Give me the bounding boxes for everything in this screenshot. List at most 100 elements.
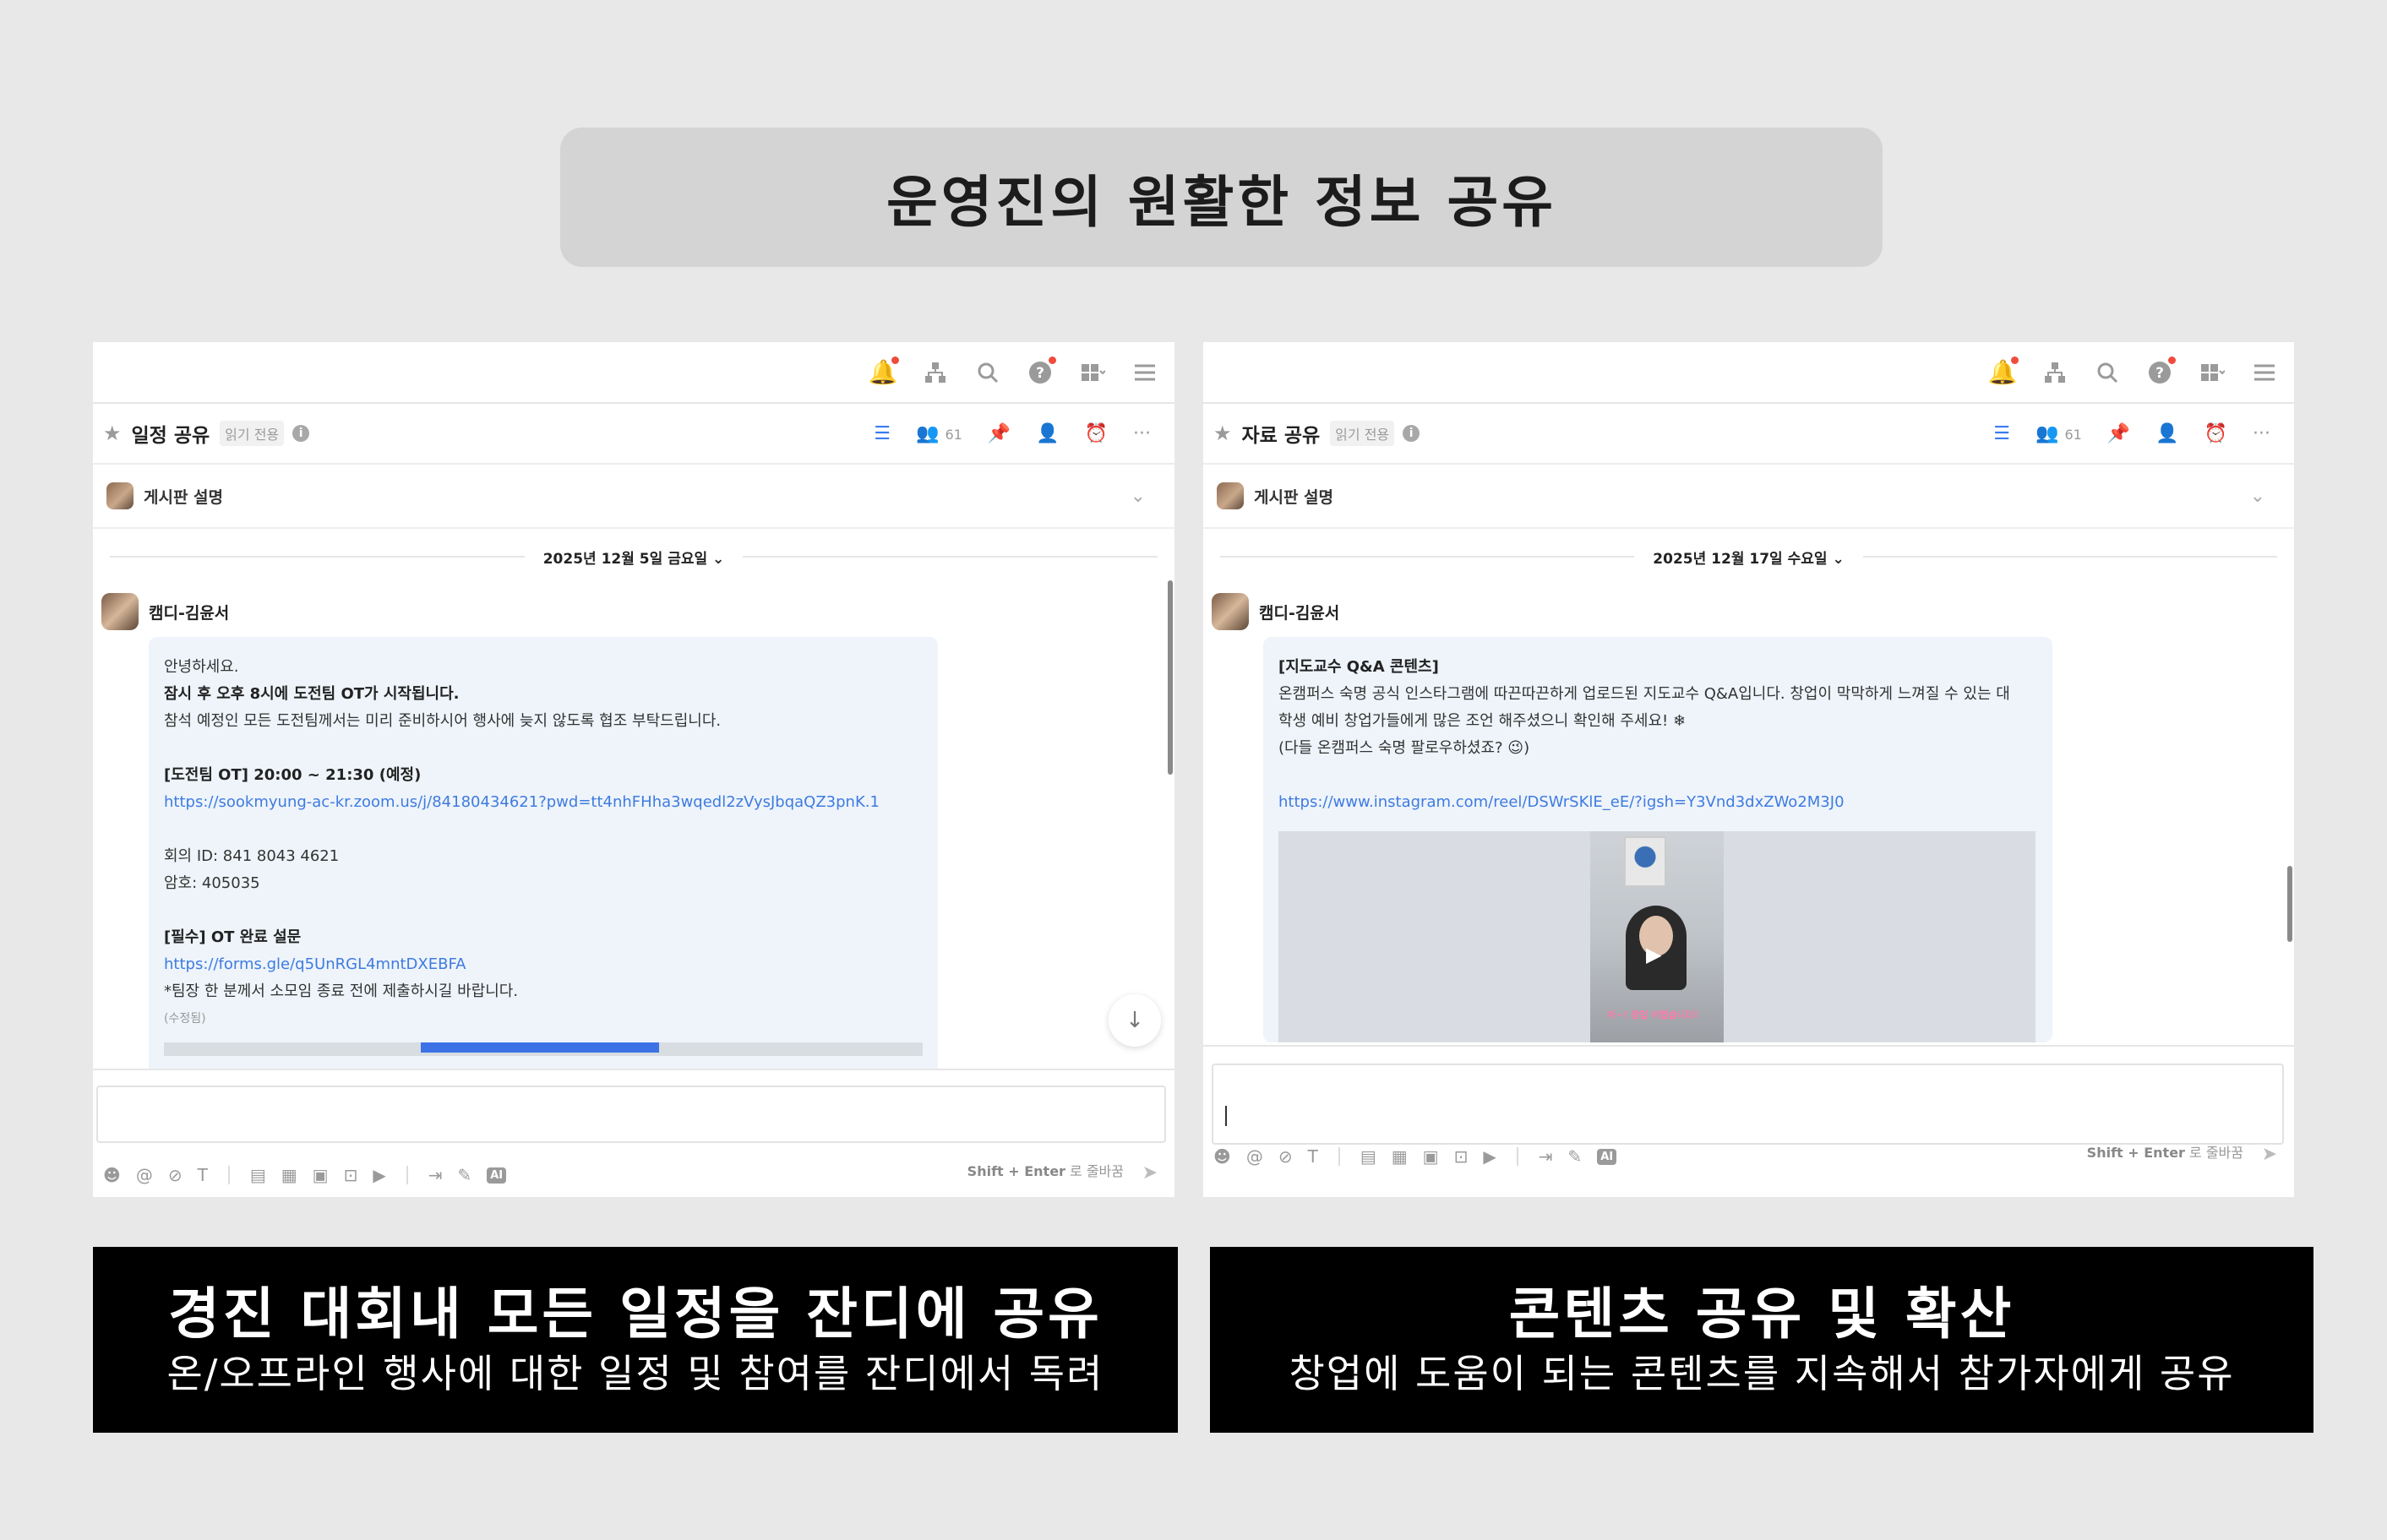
- apps-grid-icon[interactable]: [1078, 358, 1107, 387]
- composer-toolbar: ☻ @ ⊘ T ▤ ▦ ▣ ⊡ ▶ ⇥ ✎ AI: [1213, 1146, 1617, 1167]
- top-toolbar: 🔔 ?: [1203, 342, 2294, 404]
- attach-icon[interactable]: ⊘: [1278, 1146, 1293, 1167]
- author-name[interactable]: 캠디-김윤서: [149, 601, 229, 623]
- date-label[interactable]: 2025년 12월 17일 수요일 ⌄: [1634, 547, 1862, 568]
- message-line: 참석 예정인 모든 도전팀께서는 미리 준비하시어 행사에 늦지 않도록 협조 …: [164, 712, 722, 730]
- calendar-icon[interactable]: ▦: [281, 1165, 297, 1185]
- avatar[interactable]: [1212, 593, 1249, 630]
- invite-icon[interactable]: 👤: [1036, 423, 1059, 444]
- star-icon[interactable]: ★: [103, 422, 122, 445]
- board-description-bar[interactable]: 게시판 설명 ⌄: [1203, 465, 2294, 529]
- member-count: 61: [2064, 426, 2082, 443]
- play-icon[interactable]: ▶: [1646, 941, 1661, 968]
- search-icon[interactable]: [973, 358, 1002, 387]
- more-icon[interactable]: ···: [1133, 423, 1151, 444]
- edited-label: (수정됨): [164, 1012, 206, 1026]
- more-icon[interactable]: ···: [2253, 423, 2270, 444]
- pin-icon[interactable]: 📌: [988, 423, 1011, 444]
- headline-banner: 운영진의 원활한 정보 공유: [560, 128, 1883, 267]
- message-bubble: 안녕하세요. 잠시 후 오후 8시에 도전팀 OT가 시작됩니다. 참석 예정인…: [149, 637, 938, 1076]
- screenshot-icon[interactable]: ⊡: [344, 1165, 358, 1185]
- scrollbar[interactable]: [2287, 866, 2292, 942]
- attach-icon[interactable]: ⊘: [168, 1165, 183, 1185]
- draw-icon[interactable]: ✎: [1567, 1146, 1582, 1167]
- message-input[interactable]: [1212, 1064, 2284, 1145]
- text-format-icon[interactable]: T: [1308, 1146, 1318, 1167]
- content-share-window: 🔔 ? ★ 자료 공유 읽기 전용 i ☰ 👥 61 📌 👤 ⏰ ··· 게시판…: [1203, 342, 2294, 1197]
- emoji-icon[interactable]: ☻: [103, 1165, 121, 1185]
- help-icon[interactable]: ?: [1026, 356, 1056, 387]
- mention-icon[interactable]: @: [1246, 1146, 1263, 1167]
- add-list-icon[interactable]: ☰: [1993, 423, 2010, 444]
- screenshot-icon[interactable]: ⊡: [1454, 1146, 1469, 1167]
- send-icon[interactable]: ➤: [2262, 1144, 2277, 1165]
- bell-icon[interactable]: 🔔: [1988, 356, 2019, 387]
- help-icon[interactable]: ?: [2145, 356, 2176, 387]
- channel-title: 자료 공유: [1241, 425, 1321, 447]
- attachment-progress: [164, 1042, 923, 1056]
- text-cursor: [1225, 1106, 1227, 1126]
- info-icon[interactable]: i: [292, 425, 310, 442]
- headline-text: 운영진의 원활한 정보 공유: [886, 169, 1556, 235]
- image-icon[interactable]: ▣: [1423, 1146, 1439, 1167]
- read-only-badge: 읽기 전용: [220, 421, 285, 446]
- message-line: [도전팀 OT] 20:00 ~ 21:30 (예정): [164, 766, 422, 784]
- text-format-icon[interactable]: T: [198, 1165, 208, 1185]
- pin-icon[interactable]: 📌: [2107, 423, 2130, 444]
- send-icon[interactable]: ➤: [1142, 1162, 1158, 1184]
- instagram-link[interactable]: https://www.instagram.com/reel/DSWrSKlE_…: [1278, 789, 2037, 816]
- message-input[interactable]: [96, 1086, 1166, 1143]
- avatar[interactable]: [101, 593, 139, 630]
- bell-icon[interactable]: 🔔: [869, 356, 899, 387]
- board-avatar: [1217, 482, 1244, 509]
- menu-icon[interactable]: [2250, 358, 2279, 387]
- date-label[interactable]: 2025년 12월 5일 금요일 ⌄: [525, 547, 744, 568]
- emoji-icon[interactable]: ☻: [1213, 1146, 1231, 1167]
- members-button[interactable]: 👥 61: [2035, 423, 2082, 444]
- chevron-down-icon[interactable]: ⌄: [2250, 486, 2265, 507]
- board-description-bar[interactable]: 게시판 설명 ⌄: [93, 465, 1174, 529]
- video-icon[interactable]: ▶: [1483, 1146, 1496, 1167]
- draw-icon[interactable]: ✎: [457, 1165, 471, 1185]
- video-preview[interactable]: ▶ 아~! 창업 어렵습니다!: [1278, 831, 2035, 1042]
- file-icon[interactable]: ▤: [250, 1165, 266, 1185]
- ai-icon[interactable]: AI: [487, 1167, 507, 1184]
- file-icon[interactable]: ▤: [1360, 1146, 1376, 1167]
- calendar-icon[interactable]: ▦: [1392, 1146, 1408, 1167]
- mention-icon[interactable]: @: [136, 1165, 153, 1185]
- send-hint: Shift + Enter 로 줄바꿈: [967, 1163, 1124, 1179]
- chevron-down-icon[interactable]: ⌄: [1131, 486, 1146, 507]
- author-name[interactable]: 캠디-김윤서: [1259, 601, 1339, 623]
- arrow-down-icon[interactable]: ↓: [1109, 994, 1161, 1047]
- menu-icon[interactable]: [1131, 358, 1159, 387]
- org-chart-icon[interactable]: [2041, 358, 2069, 387]
- invite-icon[interactable]: 👤: [2155, 423, 2178, 444]
- star-icon[interactable]: ★: [1213, 422, 1232, 445]
- alarm-icon[interactable]: ⏰: [1085, 423, 1108, 444]
- zoom-link[interactable]: https://sookmyung-ac-kr.zoom.us/j/841804…: [164, 789, 923, 816]
- org-chart-icon[interactable]: [921, 358, 950, 387]
- search-icon[interactable]: [2093, 358, 2122, 387]
- video-icon[interactable]: ▶: [373, 1165, 385, 1185]
- ai-icon[interactable]: AI: [1597, 1148, 1617, 1165]
- message-line: [필수] OT 완료 설문: [164, 928, 302, 946]
- add-list-icon[interactable]: ☰: [874, 423, 891, 444]
- message-line: 암호: 405035: [164, 874, 260, 892]
- apps-grid-icon[interactable]: [2198, 358, 2226, 387]
- top-toolbar: 🔔 ?: [93, 342, 1174, 404]
- image-icon[interactable]: ▣: [313, 1165, 329, 1185]
- message-author: 캠디-김윤서: [93, 593, 1174, 630]
- share-icon[interactable]: ⇥: [1539, 1146, 1553, 1167]
- message-line: *팀장 한 분께서 소모임 종료 전에 제출하시길 바랍니다.: [164, 982, 519, 1000]
- survey-link[interactable]: https://forms.gle/q5UnRGL4mntDXEBFA: [164, 951, 923, 978]
- share-icon[interactable]: ⇥: [428, 1165, 443, 1185]
- scrollbar[interactable]: [1168, 580, 1173, 775]
- info-icon[interactable]: i: [1403, 425, 1420, 442]
- caption-subtitle: 창업에 도움이 되는 콘텐츠를 지속해서 참가자에게 공유: [1289, 1351, 2235, 1396]
- members-icon: 👥: [916, 422, 940, 444]
- members-button[interactable]: 👥 61: [916, 423, 962, 444]
- channel-header: ★ 일정 공유 읽기 전용 i ☰ 👥 61 📌 👤 ⏰ ···: [93, 404, 1174, 465]
- board-description-label: 게시판 설명: [144, 487, 224, 507]
- message-line: (다들 온캠퍼스 숙명 팔로우하셨죠? 😉): [1278, 739, 1530, 757]
- alarm-icon[interactable]: ⏰: [2204, 423, 2227, 444]
